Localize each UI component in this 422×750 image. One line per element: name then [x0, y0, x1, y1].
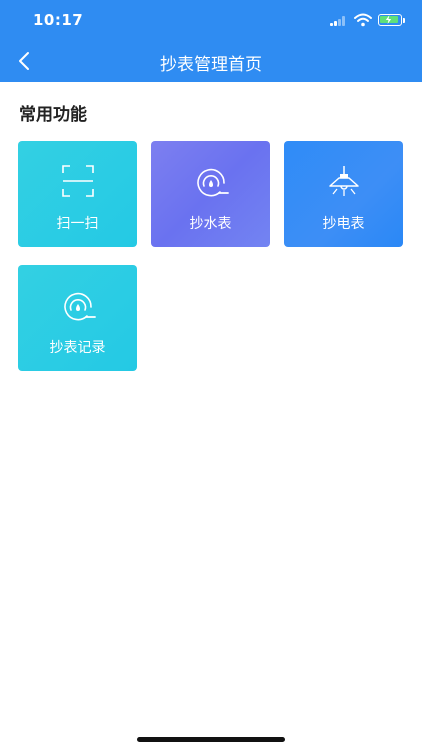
section-title: 常用功能 [19, 105, 87, 125]
electric-meter-icon [329, 166, 359, 196]
water-meter-icon [197, 168, 229, 197]
water-meter-label: 抄水表 [189, 216, 232, 232]
cellular-signal-icon [330, 16, 348, 26]
battery-icon [378, 14, 405, 26]
home-indicator[interactable] [137, 737, 285, 742]
scan-icon [62, 165, 94, 197]
meter-record-icon [64, 292, 96, 321]
meter-record-tile[interactable]: 抄表记录 [18, 265, 137, 371]
header: 10:17 抄表管理首页 [0, 0, 422, 82]
status-time: 10:17 [33, 11, 84, 29]
meter-record-label: 抄表记录 [49, 340, 106, 356]
electric-meter-label: 抄电表 [322, 216, 365, 232]
water-meter-tile[interactable]: 抄水表 [151, 141, 270, 247]
navigation-bar: 抄表管理首页 [0, 40, 422, 82]
scan-label: 扫一扫 [56, 216, 99, 232]
status-bar: 10:17 [0, 0, 422, 40]
electric-meter-tile[interactable]: 抄电表 [284, 141, 403, 247]
page-title: 抄表管理首页 [160, 55, 262, 75]
scan-tile[interactable]: 扫一扫 [18, 141, 137, 247]
wifi-icon [354, 13, 372, 27]
